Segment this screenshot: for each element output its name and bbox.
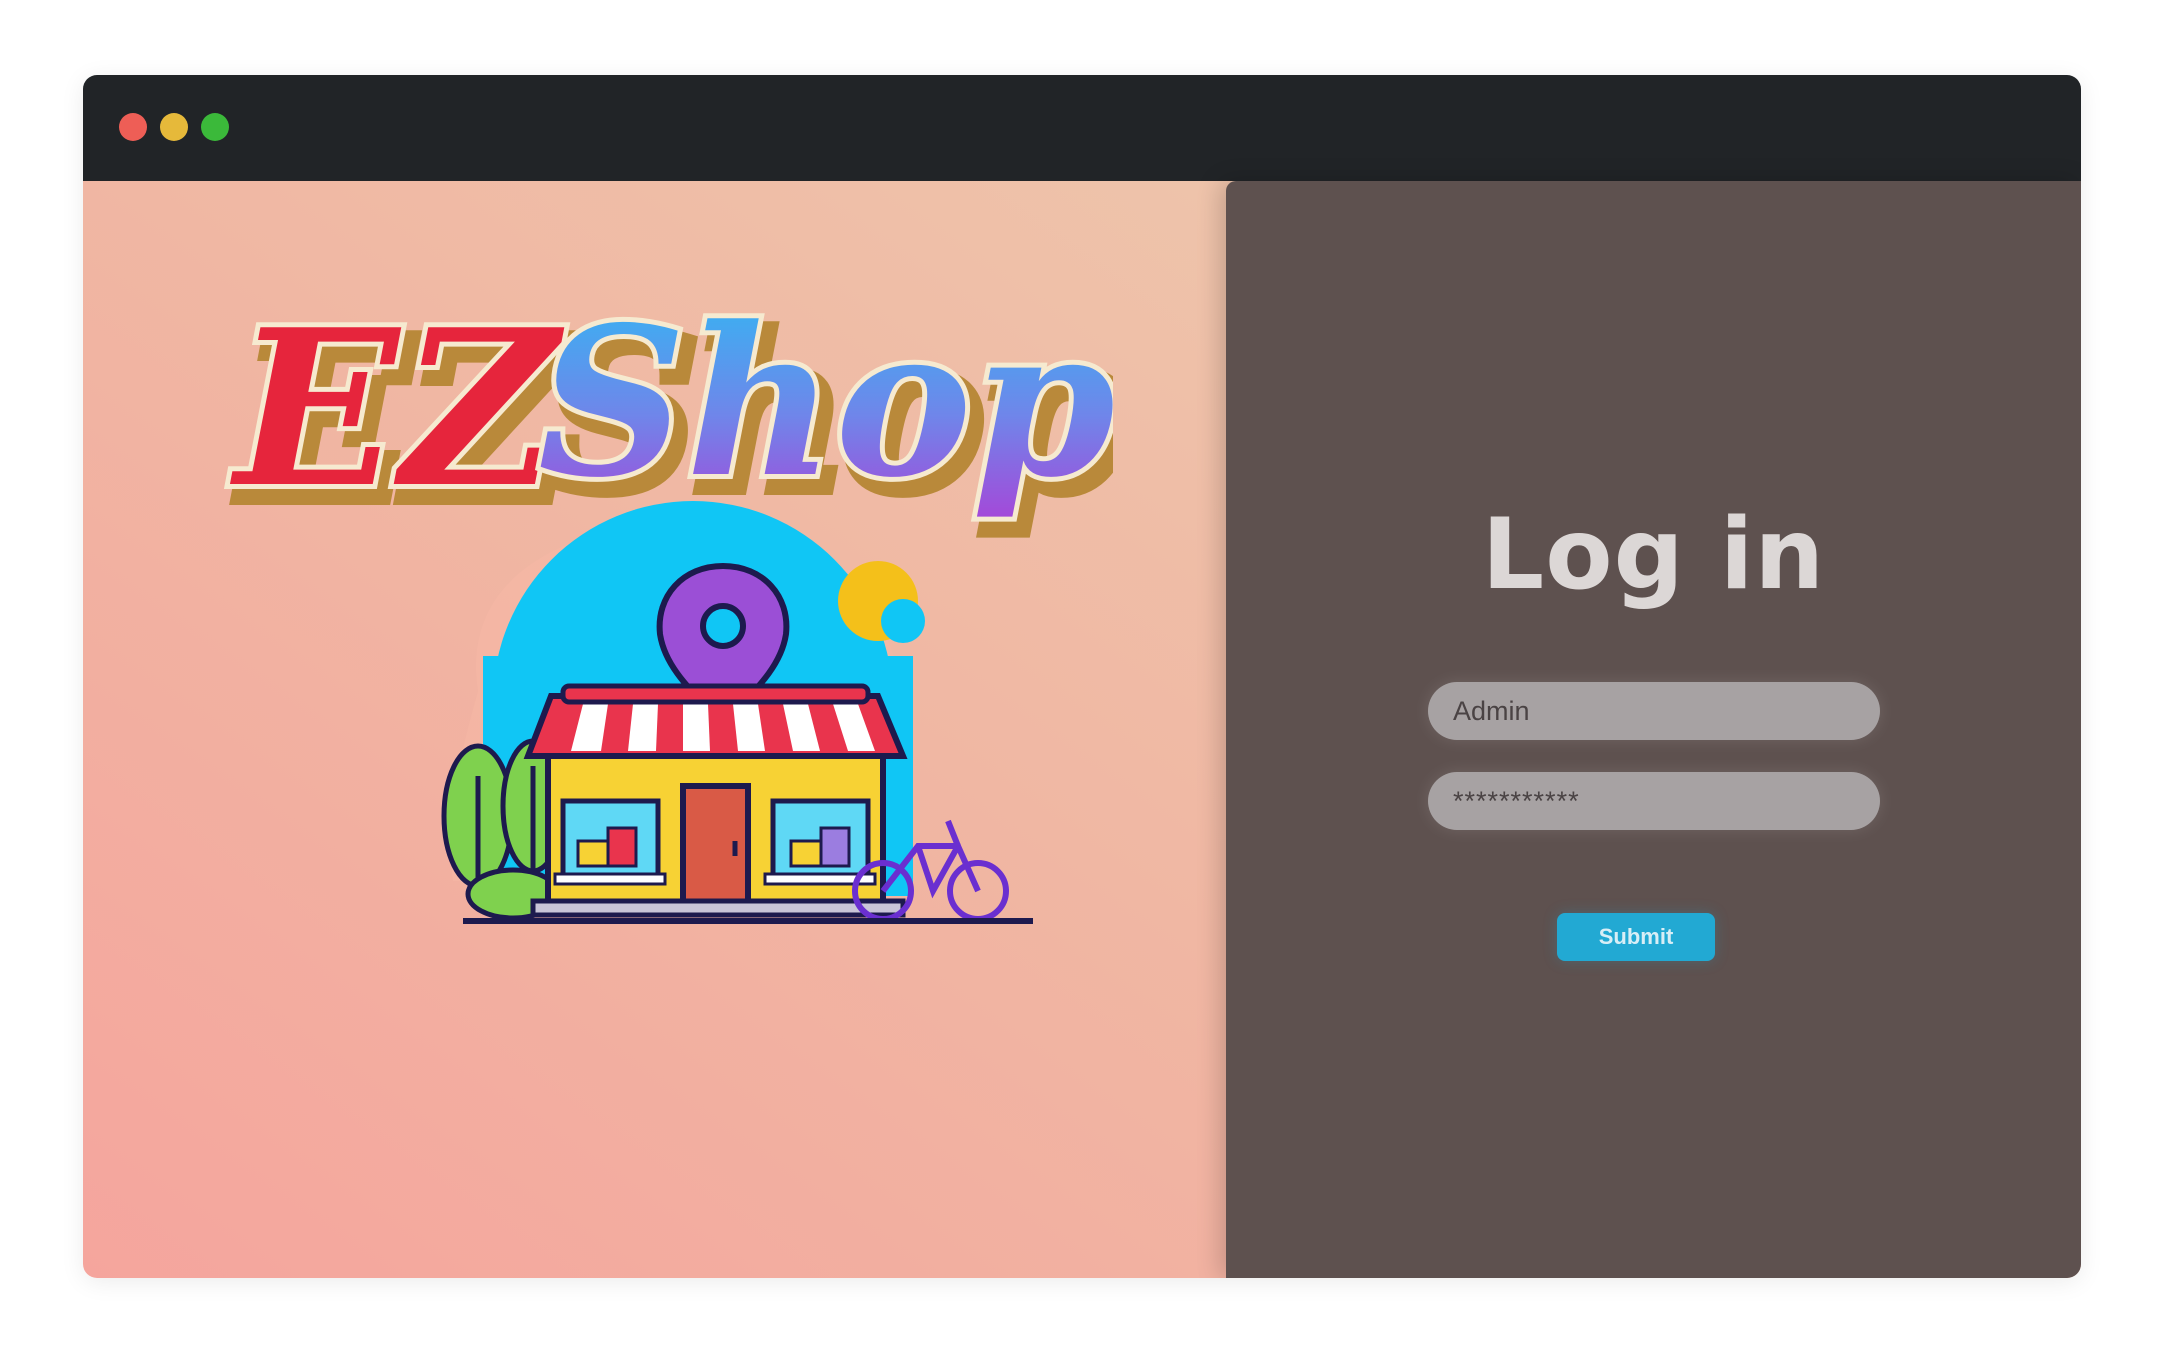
ezshop-hero: EZ EZ Shop Shop — [213, 296, 1113, 976]
minimize-window-button[interactable] — [160, 113, 188, 141]
app-content: EZ EZ Shop Shop Log in Admin ***********… — [83, 181, 2081, 1278]
ezshop-logo: EZ EZ Shop Shop — [224, 296, 1113, 924]
storefront-icon — [523, 683, 908, 918]
title-bar — [83, 75, 2081, 181]
svg-text:EZ: EZ — [229, 296, 565, 535]
username-field[interactable]: Admin — [1428, 682, 1880, 740]
ezshop-wordmark: EZ EZ Shop Shop — [224, 296, 1113, 556]
login-panel: Log in Admin *********** Submit — [1226, 181, 2081, 1278]
close-window-button[interactable] — [119, 113, 147, 141]
app-window: EZ EZ Shop Shop Log in Admin ***********… — [83, 75, 2081, 1278]
svg-text:Shop: Shop — [538, 296, 1113, 523]
password-field[interactable]: *********** — [1428, 772, 1880, 830]
zoom-window-button[interactable] — [201, 113, 229, 141]
submit-button[interactable]: Submit — [1557, 913, 1715, 961]
login-title: Log in — [1481, 498, 1826, 612]
